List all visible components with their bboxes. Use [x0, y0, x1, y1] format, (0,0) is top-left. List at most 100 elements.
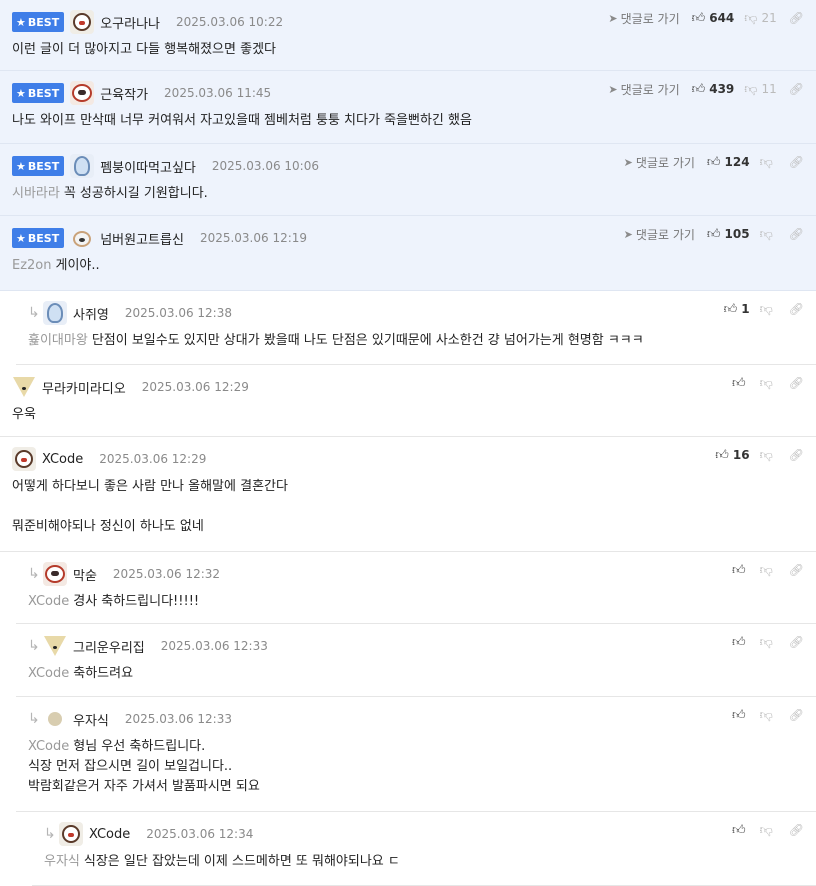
- upvote-button[interactable]: 👍︎ 1: [724, 302, 750, 317]
- comment-text-line: 게이야..: [55, 258, 100, 273]
- reply-mention[interactable]: XCode: [28, 594, 69, 609]
- avatar[interactable]: [70, 81, 95, 105]
- downvote-button[interactable]: 👎︎: [760, 448, 777, 463]
- nickname[interactable]: 근육작가: [100, 84, 148, 103]
- comment-item: ★ BEST 넘버원고트릅신 2025.03.06 12:19 ➤ 댓글로 가기 👍︎ 105…: [0, 216, 816, 291]
- nickname[interactable]: 넘버원고트릅신: [100, 229, 184, 248]
- reply-mention[interactable]: Ez2on: [12, 258, 52, 273]
- comment-actions: 👍︎ 👎︎ 🔗︎: [732, 822, 804, 838]
- comment-date: 2025.03.06 11:45: [164, 86, 272, 100]
- comment-body: XCode 경사 축하드립니다!!!!!: [28, 592, 199, 612]
- downvote-button[interactable]: 👎︎: [760, 155, 777, 170]
- thumbs-down-icon: 👎︎: [759, 447, 773, 463]
- avatar[interactable]: [70, 154, 95, 178]
- avatar[interactable]: [70, 226, 94, 250]
- reply-mention[interactable]: 시바라라: [12, 186, 60, 201]
- comment-date: 2025.03.06 12:32: [112, 567, 221, 581]
- reply-mention[interactable]: 우자식: [44, 854, 80, 869]
- avatar[interactable]: [43, 562, 67, 586]
- upvote-button[interactable]: 👍︎ 644: [692, 11, 735, 26]
- upvote-button[interactable]: 👍︎ 124: [707, 155, 750, 170]
- comment-date: 2025.03.06 12:34: [146, 827, 254, 841]
- comment-header: ★ BEST 넘버원고트릅신 2025.03.06 12:19: [12, 226, 307, 250]
- downvote-button[interactable]: 👎︎: [760, 823, 777, 838]
- link-icon[interactable]: 🔗︎: [789, 11, 804, 25]
- downvote-button[interactable]: 👎︎: [760, 302, 777, 317]
- upvote-count: 105: [724, 227, 750, 241]
- comment-header: 무라카미라디오 2025.03.06 12:29: [12, 375, 249, 399]
- comment-body: 우자식 식장은 일단 잡았는데 이제 스드메하면 또 뭐해야되나요 ㄷ: [44, 852, 400, 872]
- send-icon: ➤: [623, 227, 633, 241]
- link-icon[interactable]: 🔗︎: [789, 227, 804, 241]
- reply-mention[interactable]: XCode: [28, 739, 69, 754]
- downvote-button[interactable]: 👎︎: [760, 563, 777, 578]
- nickname[interactable]: 펨붕이따먹고싶다: [100, 157, 196, 176]
- link-icon[interactable]: 🔗︎: [789, 376, 804, 390]
- avatar[interactable]: [70, 10, 95, 34]
- goto-reply-button[interactable]: ➤ 댓글로 가기: [624, 154, 695, 171]
- nickname[interactable]: 무라카미라디오: [42, 378, 126, 397]
- avatar[interactable]: [43, 707, 67, 731]
- thumbs-up-icon: 👍︎: [731, 634, 746, 650]
- nickname[interactable]: 사쥐영: [73, 304, 109, 323]
- comment-date: 2025.03.06 10:22: [176, 15, 284, 29]
- upvote-button[interactable]: 👍︎: [732, 708, 750, 723]
- avatar[interactable]: [59, 822, 83, 846]
- link-icon[interactable]: 🔗︎: [789, 302, 804, 316]
- downvote-button[interactable]: 👎︎: [760, 635, 777, 650]
- avatar[interactable]: [12, 447, 36, 471]
- goto-reply-button[interactable]: ➤ 댓글로 가기: [624, 226, 695, 243]
- link-icon[interactable]: 🔗︎: [789, 708, 804, 722]
- comment-actions: ➤ 댓글로 가기 👍︎ 439 👎︎ 11 🔗︎: [608, 81, 804, 97]
- upvote-button[interactable]: 👍︎: [732, 635, 750, 650]
- thumbs-down-icon: 👎︎: [759, 562, 773, 578]
- thumbs-up-icon: 👍︎: [715, 447, 729, 463]
- comment-list: ★ BEST 오구라나나 2025.03.06 10:22 ➤ 댓글로 가기 👍︎ 644 👎︎…: [0, 0, 816, 886]
- best-badge: ★ BEST: [12, 228, 65, 248]
- reply-mention[interactable]: 흁이대마왕: [28, 333, 88, 348]
- best-label: BEST: [27, 86, 60, 100]
- link-icon[interactable]: 🔗︎: [789, 82, 804, 96]
- nickname[interactable]: XCode: [42, 452, 83, 467]
- upvote-button[interactable]: 👍︎ 439: [692, 82, 735, 97]
- downvote-button[interactable]: 👎︎: [760, 376, 777, 391]
- upvote-button[interactable]: 👍︎ 16: [715, 448, 749, 463]
- downvote-button[interactable]: 👎︎: [760, 227, 777, 242]
- link-icon[interactable]: 🔗︎: [789, 155, 804, 169]
- goto-reply-button[interactable]: ➤ 댓글로 가기: [608, 81, 679, 98]
- upvote-button[interactable]: 👍︎: [732, 823, 750, 838]
- avatar[interactable]: [12, 375, 36, 399]
- comment-actions: 👍︎ 👎︎ 🔗︎: [732, 562, 804, 578]
- downvote-button[interactable]: 👎︎ 21: [744, 11, 776, 26]
- nickname[interactable]: 우자식: [73, 710, 109, 729]
- reply-arrow-icon: ↳: [28, 638, 40, 654]
- comment-text-line: 우욱: [12, 407, 36, 422]
- comment-text-line: 나도 와이프 만삭때 너무 커여워서 자고있을때 젬베처럼 퉁퉁 치다가 죽을뻔…: [12, 113, 472, 128]
- comment-text-line: 뭐준비해야되나 정신이 하나도 없네: [12, 519, 204, 534]
- upvote-button[interactable]: 👍︎: [732, 376, 750, 391]
- avatar[interactable]: [43, 301, 67, 325]
- link-icon[interactable]: 🔗︎: [789, 448, 804, 462]
- comment-date: 2025.03.06 12:38: [124, 306, 232, 320]
- downvote-button[interactable]: 👎︎ 11: [744, 82, 776, 97]
- upvote-button[interactable]: 👍︎: [732, 563, 750, 578]
- upvote-button[interactable]: 👍︎ 105: [707, 227, 750, 242]
- comment-text-line: [12, 499, 16, 514]
- nickname[interactable]: 오구라나나: [100, 13, 160, 32]
- nickname[interactable]: 그리운우리집: [73, 637, 145, 656]
- thumbs-up-icon: 👍︎: [691, 81, 706, 97]
- link-icon[interactable]: 🔗︎: [789, 563, 804, 577]
- comment-header: ★ BEST 펨붕이따먹고싶다 2025.03.06 10:06: [12, 154, 319, 178]
- link-icon[interactable]: 🔗︎: [789, 823, 804, 837]
- comment-body: Ez2on 게이야..: [12, 256, 100, 276]
- thumbs-up-icon: 👍︎: [706, 154, 721, 170]
- goto-reply-label: 댓글로 가기: [635, 155, 695, 170]
- link-icon[interactable]: 🔗︎: [789, 635, 804, 649]
- avatar[interactable]: [43, 634, 67, 658]
- nickname[interactable]: XCode: [89, 827, 130, 842]
- downvote-button[interactable]: 👎︎: [760, 708, 777, 723]
- reply-mention[interactable]: XCode: [28, 666, 69, 681]
- thumbs-down-icon: 👎︎: [744, 81, 758, 97]
- nickname[interactable]: 막숟: [73, 565, 97, 584]
- goto-reply-button[interactable]: ➤ 댓글로 가기: [608, 10, 679, 27]
